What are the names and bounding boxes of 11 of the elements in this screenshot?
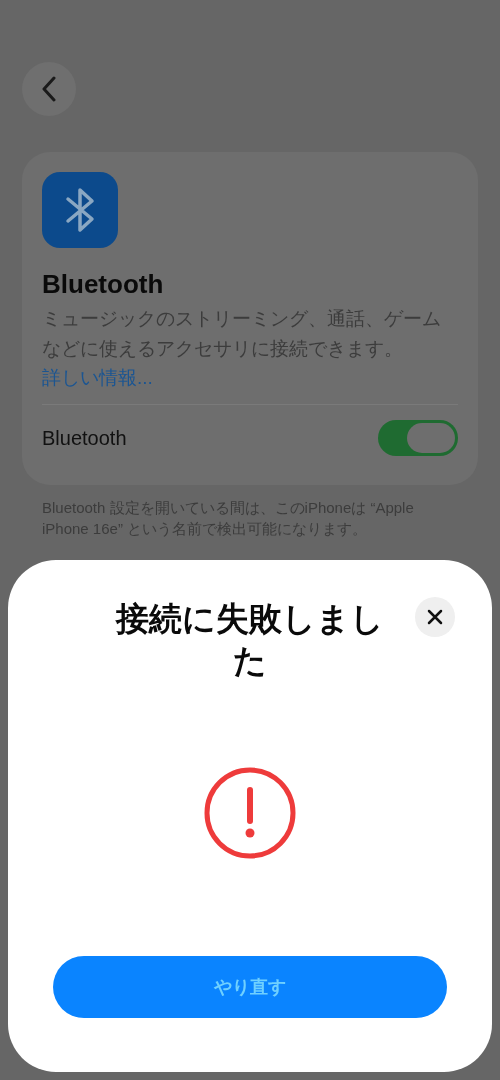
bluetooth-app-icon [42,172,118,248]
back-icon [41,76,57,102]
alert-icon [203,766,297,860]
close-button[interactable] [415,597,455,637]
sheet-title: 接続に失敗しました [115,599,385,681]
bluetooth-switch[interactable] [378,420,458,456]
settings-title: Bluetooth [42,268,165,300]
learn-more-link[interactable]: 詳しい情報... [42,364,153,392]
toggle-label: Bluetooth [42,426,127,451]
retry-button[interactable]: やり直す [53,956,447,1018]
close-icon [427,609,443,625]
